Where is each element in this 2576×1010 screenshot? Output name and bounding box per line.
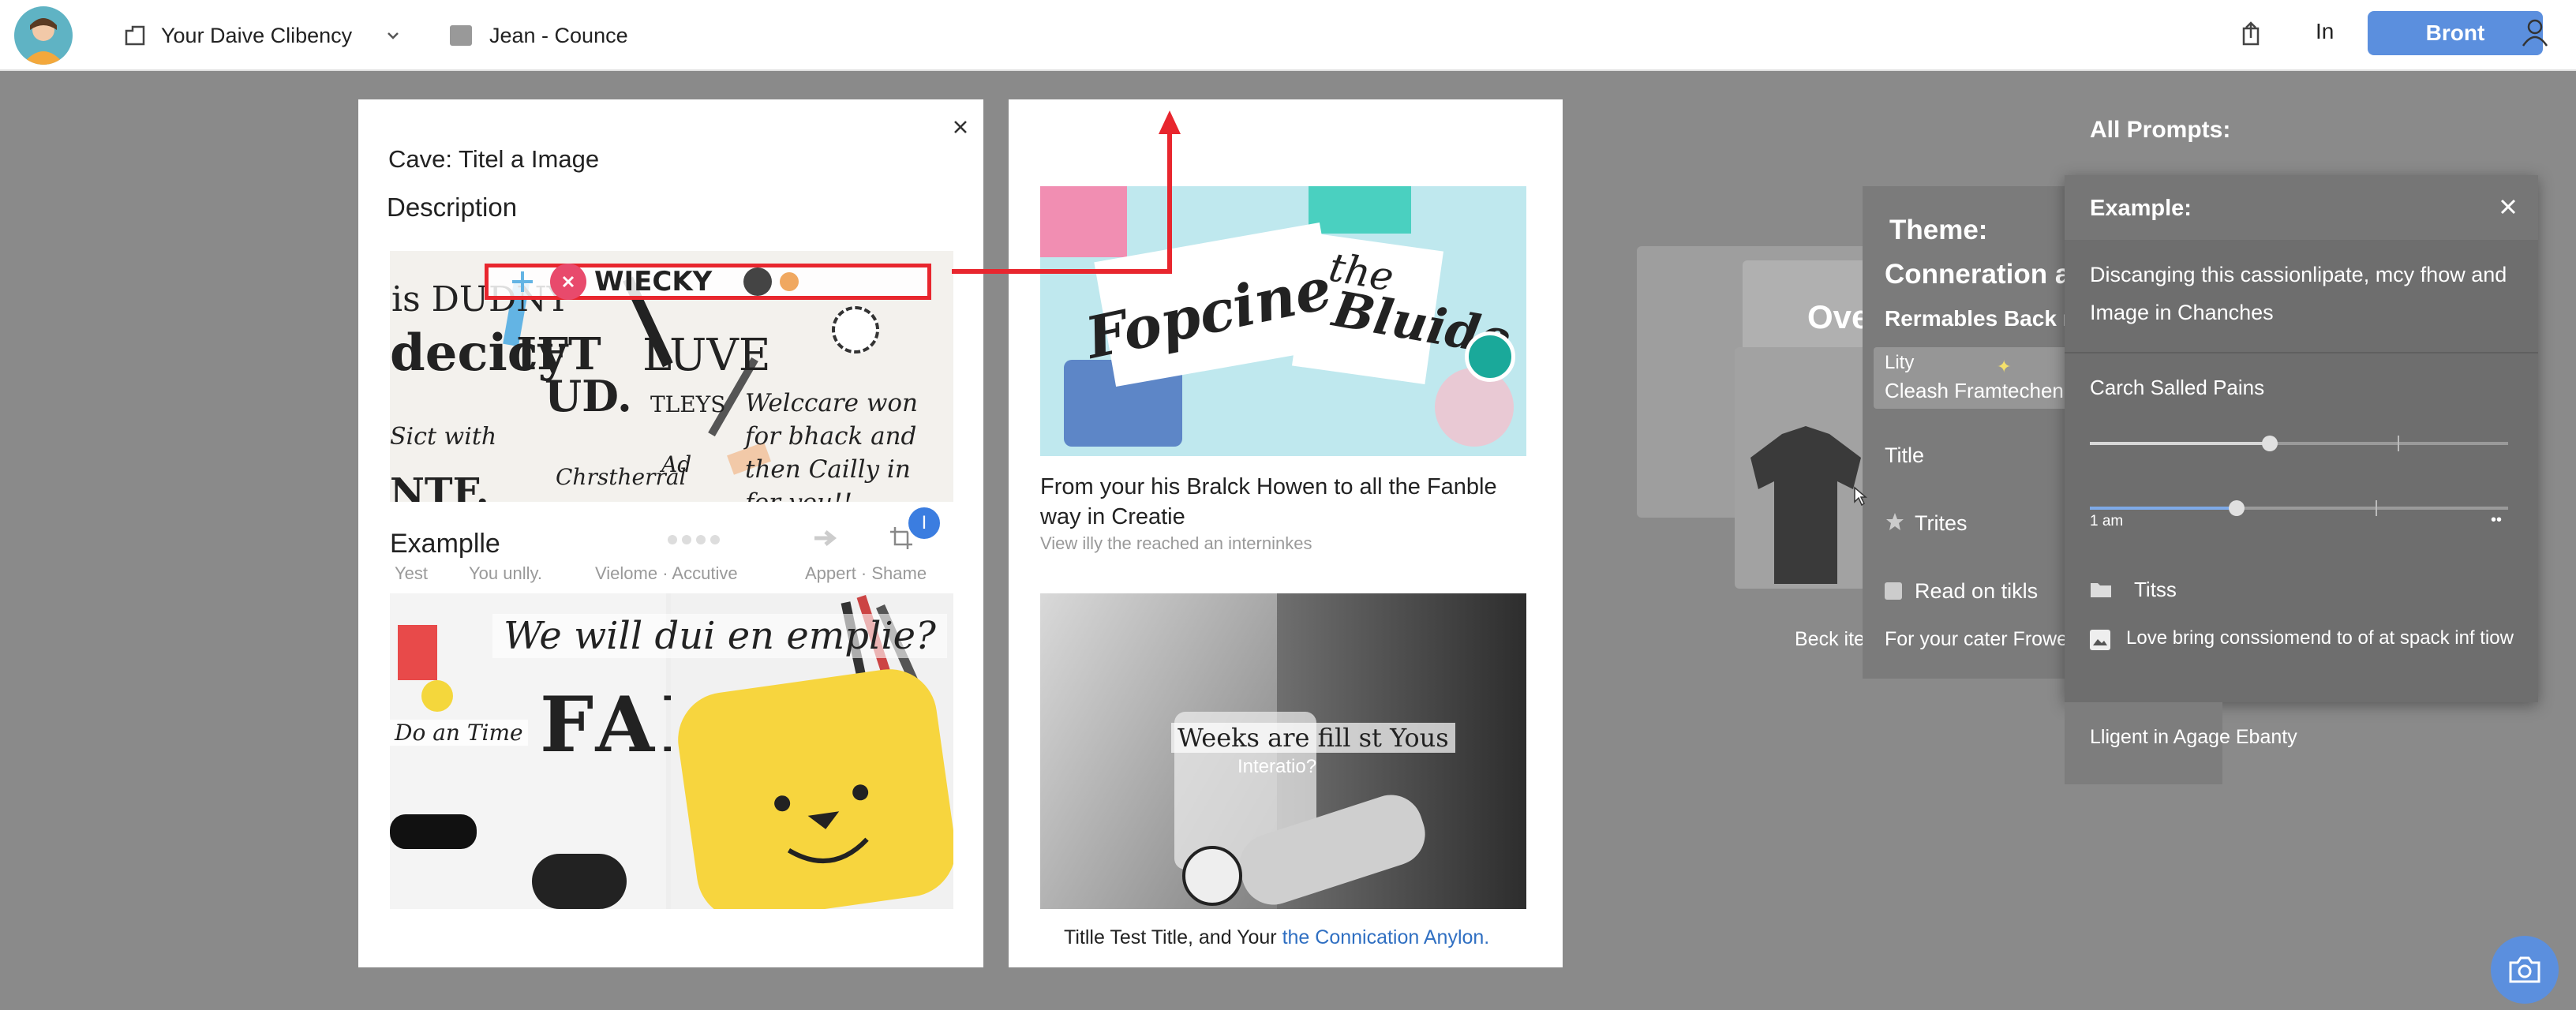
sparkle-icon: ✦ — [1997, 357, 2012, 376]
theme-item-trites[interactable]: Trites — [1915, 511, 1968, 536]
beck-label: Beck ite — [1795, 628, 1865, 650]
prompt-header: Example: — [2065, 175, 2538, 240]
slider-2-label: 1 am — [2090, 513, 2124, 529]
folder-icon — [2090, 581, 2112, 598]
book-icon — [1885, 582, 1902, 600]
theme-item-title[interactable]: Title — [1885, 443, 1924, 468]
theme-line: Rermables Back m — [1885, 306, 2083, 331]
theme-subheading: Conneration an — [1885, 259, 2087, 290]
selected-line2: Cleash Framtechen — [1885, 379, 2064, 402]
prompt-item-love[interactable]: Love bring conssiomend to of at spack in… — [2126, 625, 2521, 652]
slider-1[interactable] — [2090, 434, 2508, 453]
connector-line — [952, 125, 1172, 274]
camera-button[interactable] — [2491, 936, 2559, 1004]
theme-item-read[interactable]: Read on tikls — [1915, 579, 2038, 604]
close-icon — [2500, 199, 2516, 215]
slider-2[interactable] — [2090, 499, 2508, 518]
theme-panel: Theme: Conneration an Rermables Back m L… — [1863, 186, 2095, 679]
more-icon[interactable]: •• — [2491, 511, 2502, 529]
slider-2-fill — [2090, 507, 2237, 510]
ghost-text: Ove — [1807, 298, 1870, 335]
camera-icon — [2509, 956, 2540, 983]
prompt-description: Discanging this cassionlipate, mcy fhow … — [2090, 263, 2507, 324]
theme-heading: Theme: — [1889, 215, 1988, 245]
arrow-head — [1159, 110, 1181, 134]
prompt-close-button[interactable] — [2497, 196, 2519, 218]
prompt-panel: Example: Discanging this cassionlipate, … — [2065, 175, 2538, 702]
slider-2-thumb[interactable] — [2228, 500, 2245, 516]
prompt-footer: Lligent in Agage Ebanty — [2090, 726, 2297, 748]
prompt-header-title: Example: — [2090, 196, 2192, 221]
slider-1-thumb[interactable] — [2261, 436, 2278, 451]
slider-label: Carch Salled Pains — [2090, 376, 2265, 399]
selected-line1: Lity — [1885, 352, 1915, 373]
cursor-icon — [1853, 486, 1867, 507]
all-prompts-label: All Prompts: — [2090, 117, 2231, 143]
star-icon — [1885, 511, 1905, 532]
theme-footer: For your cater Frowe — [1885, 628, 2069, 650]
shirt-icon — [1750, 426, 1861, 584]
prompt-item-titss[interactable]: Titss — [2134, 578, 2177, 602]
theme-selected-item[interactable]: Lity Cleash Framtechen ✦ — [1874, 347, 2095, 409]
slider-1-fill — [2090, 442, 2270, 445]
image-icon — [2090, 630, 2110, 650]
divider — [2065, 352, 2538, 354]
ghost-panel — [1735, 347, 1877, 589]
